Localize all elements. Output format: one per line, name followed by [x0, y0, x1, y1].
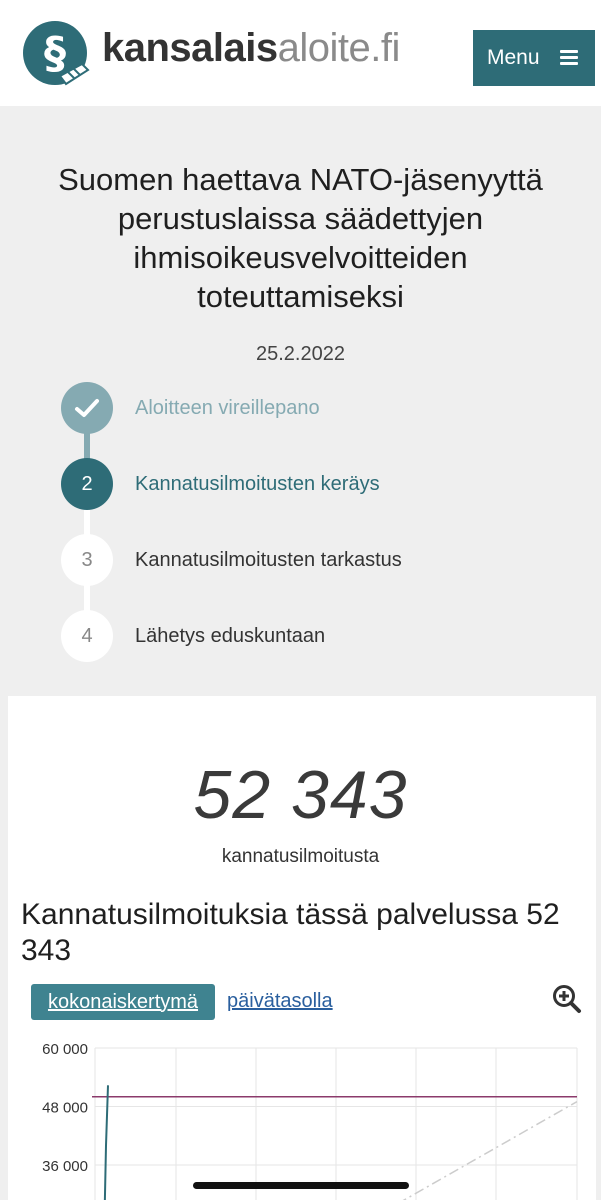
chart-heading: Kannatusilmoituksia tässä palvelussa 52 …	[21, 898, 560, 967]
step-4-number: 4	[61, 610, 113, 662]
support-chart: 60 000 48 000 36 000	[42, 1041, 578, 1200]
home-indicator	[193, 1182, 409, 1189]
logo-bold-text: kansalais	[102, 26, 278, 70]
step-2-label: Kannatusilmoitusten keräys	[135, 473, 380, 495]
initiative-date: 25.2.2022	[256, 343, 345, 365]
y-tick-label: 60 000	[42, 1041, 88, 1058]
support-count-label: kannatusilmoitusta	[221, 846, 380, 867]
paragraph-logo-icon[interactable]: §	[22, 20, 92, 86]
hamburger-icon	[560, 50, 578, 66]
step-2-number: 2	[61, 458, 113, 510]
svg-text:§: §	[44, 28, 66, 79]
y-tick-label: 48 000	[42, 1100, 88, 1117]
support-count: 52 343	[193, 757, 408, 833]
series-line	[103, 1085, 109, 1200]
step-4-label: Lähetys eduskuntaan	[135, 625, 326, 647]
initiative-title: Suomen haettava NATO-jäsenyyttä perustus…	[58, 162, 543, 314]
step-3-label: Kannatusilmoitusten tarkastus	[135, 549, 402, 571]
step-1-label: Aloitteen vireillepano	[135, 397, 320, 419]
menu-button-label: Menu	[487, 46, 540, 69]
step-3-number: 3	[61, 534, 113, 586]
site-header: § kansalaisaloite.fi Menu	[0, 0, 601, 106]
logo-light-text: aloite.fi	[277, 26, 401, 70]
tab-daily[interactable]: päivätasolla	[227, 990, 333, 1013]
tab-cumulative[interactable]: kokonaiskertymä	[31, 984, 215, 1020]
y-tick-label: 36 000	[42, 1158, 88, 1175]
site-logo-text[interactable]: kansalaisaloite.fi	[102, 26, 400, 71]
step-1-check-icon	[61, 382, 113, 434]
trend-line	[402, 1100, 578, 1200]
zoom-in-icon[interactable]	[552, 984, 582, 1014]
menu-button[interactable]: Menu	[473, 30, 595, 86]
